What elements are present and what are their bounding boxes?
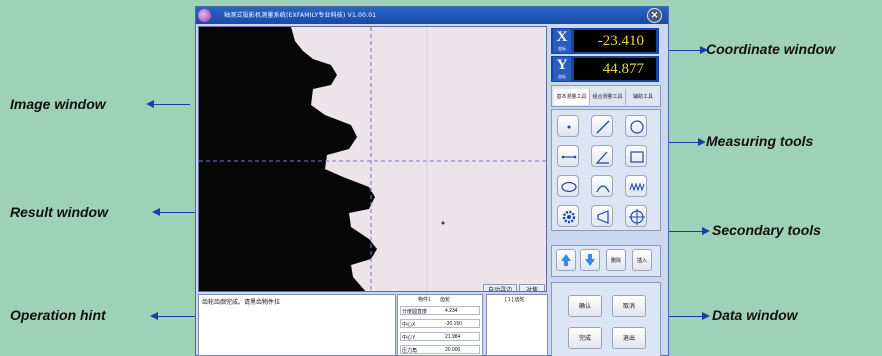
result-row: 分度圆直度 4.234 <box>400 306 480 315</box>
tool-tabs: 基本测量工具 组合测量工具 辅助工具 <box>551 85 661 107</box>
cancel-button[interactable]: 取消 <box>612 295 646 317</box>
result-row: 压力角 20.000 <box>400 345 480 354</box>
delete-button[interactable]: 删除 <box>606 249 626 271</box>
confirm-button[interactable]: 确认 <box>568 295 602 317</box>
ellipse-icon <box>561 181 577 193</box>
result-row: 中心X -30.150 <box>400 319 480 328</box>
callout-result-arrowhead <box>152 208 160 216</box>
distance-tool-button[interactable] <box>557 145 579 167</box>
point-tool-button[interactable] <box>557 115 579 137</box>
angle-tool-button[interactable] <box>591 145 613 167</box>
line-icon <box>596 120 610 134</box>
app-window: 轴测式投影机测量系统(EXFAMILY专业科技) V1.00.01 ✕ 自动寻边… <box>195 6 669 356</box>
angle-icon <box>595 151 609 164</box>
callout-data-window: Data window <box>712 307 798 323</box>
callout-coordinate-arrowhead <box>700 46 708 54</box>
result-window: 物件1 齿轮 分度圆直度 4.234 中心X -30.150 中心Y 21.98… <box>397 294 483 356</box>
y-coordinate-display: Y 坐标 44.877 <box>551 56 659 82</box>
gear-profile-image <box>199 27 546 291</box>
result-row-name: 压力角 <box>402 348 418 354</box>
data-window[interactable]: [ 1 ] 齿轮 <box>486 294 548 356</box>
callout-coordinate-window: Coordinate window <box>706 41 836 57</box>
move-up-button[interactable] <box>556 249 576 271</box>
callout-image-window: Image window <box>10 96 106 112</box>
callout-secondary-tools: Secondary tools <box>712 222 821 238</box>
callout-secondary-arrowhead <box>702 227 710 235</box>
arrow-down-icon <box>585 254 595 266</box>
title-bar: 轴测式投影机测量系统(EXFAMILY专业科技) V1.00.01 ✕ <box>196 7 668 24</box>
rectangle-icon <box>630 151 644 163</box>
tab-auxiliary-tools[interactable]: 辅助工具 <box>626 89 660 105</box>
distance-icon <box>561 155 577 159</box>
operation-hint-window: 齿轮齿廓完成。请黑齿物件拉 <box>198 294 396 356</box>
x-coordinate-display: X 坐标 -23.410 <box>551 28 659 54</box>
cone-icon <box>597 210 609 224</box>
y-coordinate-label: Y 坐标 <box>553 57 571 81</box>
thread-icon <box>629 182 645 192</box>
x-letter: X <box>556 29 568 45</box>
callout-image-arrowhead <box>146 100 154 108</box>
gear-tool-button[interactable] <box>557 205 579 227</box>
result-row-value: 20.000 <box>445 347 461 353</box>
tab-combined-tools[interactable]: 组合测量工具 <box>590 89 626 105</box>
result-row-name: 分度圆直度 <box>402 309 428 315</box>
measuring-tools-panel <box>551 109 661 231</box>
callout-operation-arrowhead <box>150 312 158 320</box>
tab-basic-tools[interactable]: 基本测量工具 <box>554 89 590 105</box>
callout-operation-hint: Operation hint <box>10 307 106 323</box>
crosshair-tool-button[interactable] <box>625 205 647 227</box>
callout-result-window: Result window <box>10 204 108 220</box>
callout-operation-arrow <box>156 316 196 317</box>
line-tool-button[interactable] <box>591 115 613 137</box>
auto-edge-button[interactable]: 自动寻边 <box>483 284 517 291</box>
result-row-name: 中心X <box>402 322 416 328</box>
x-sub-label: 坐标 <box>558 46 566 51</box>
arrow-up-icon <box>561 254 571 266</box>
arc-tool-button[interactable] <box>591 175 613 197</box>
exit-button[interactable]: 退出 <box>612 327 646 349</box>
thread-tool-button[interactable] <box>625 175 647 197</box>
move-down-button[interactable] <box>580 249 600 271</box>
result-header: 物件1 齿轮 <box>418 296 450 303</box>
result-header-type: 齿轮 <box>440 297 451 303</box>
finish-button[interactable]: 完成 <box>568 327 602 349</box>
cone-tool-button[interactable] <box>591 205 613 227</box>
operation-hint-text: 齿轮齿廓完成。请黑齿物件拉 <box>202 299 281 306</box>
crosshair-icon <box>629 209 645 225</box>
gear-icon <box>562 210 576 224</box>
result-row: 中心Y 21.984 <box>400 332 480 341</box>
x-coordinate-value: -23.410 <box>574 30 656 52</box>
x-coordinate-label: X 坐标 <box>553 29 571 53</box>
callout-image-arrow <box>152 104 190 105</box>
ellipse-tool-button[interactable] <box>557 175 579 197</box>
callout-measuring-arrowhead <box>698 138 706 146</box>
result-row-value: 4.234 <box>445 308 458 314</box>
data-list-item[interactable]: [ 1 ] 齿轮 <box>505 296 525 303</box>
image-window[interactable]: 自动寻边 对焦 <box>198 26 547 292</box>
rectangle-tool-button[interactable] <box>625 145 647 167</box>
point-icon <box>567 125 571 129</box>
result-row-name: 中心Y <box>402 335 416 341</box>
callout-data-arrowhead <box>702 312 710 320</box>
secondary-tools-panel: 删除 插入 <box>551 245 661 277</box>
window-title: 轴测式投影机测量系统(EXFAMILY专业科技) V1.00.01 <box>224 12 377 19</box>
y-coordinate-value: 44.877 <box>574 58 656 80</box>
result-header-object: 物件1 <box>418 297 431 303</box>
action-buttons-panel: 确认 取消 完成 退出 <box>551 282 661 356</box>
insert-button[interactable]: 插入 <box>632 249 652 271</box>
y-sub-label: 坐标 <box>558 74 566 79</box>
focus-button[interactable]: 对焦 <box>519 284 545 291</box>
app-logo-icon <box>198 9 211 22</box>
y-letter: Y <box>556 57 568 73</box>
circle-tool-button[interactable] <box>625 115 647 137</box>
close-icon[interactable]: ✕ <box>647 8 662 23</box>
callout-measuring-tools: Measuring tools <box>706 133 814 149</box>
circle-icon <box>630 120 644 134</box>
result-row-value: 21.984 <box>445 334 461 340</box>
arc-icon <box>596 185 610 193</box>
result-row-value: -30.150 <box>445 321 462 327</box>
